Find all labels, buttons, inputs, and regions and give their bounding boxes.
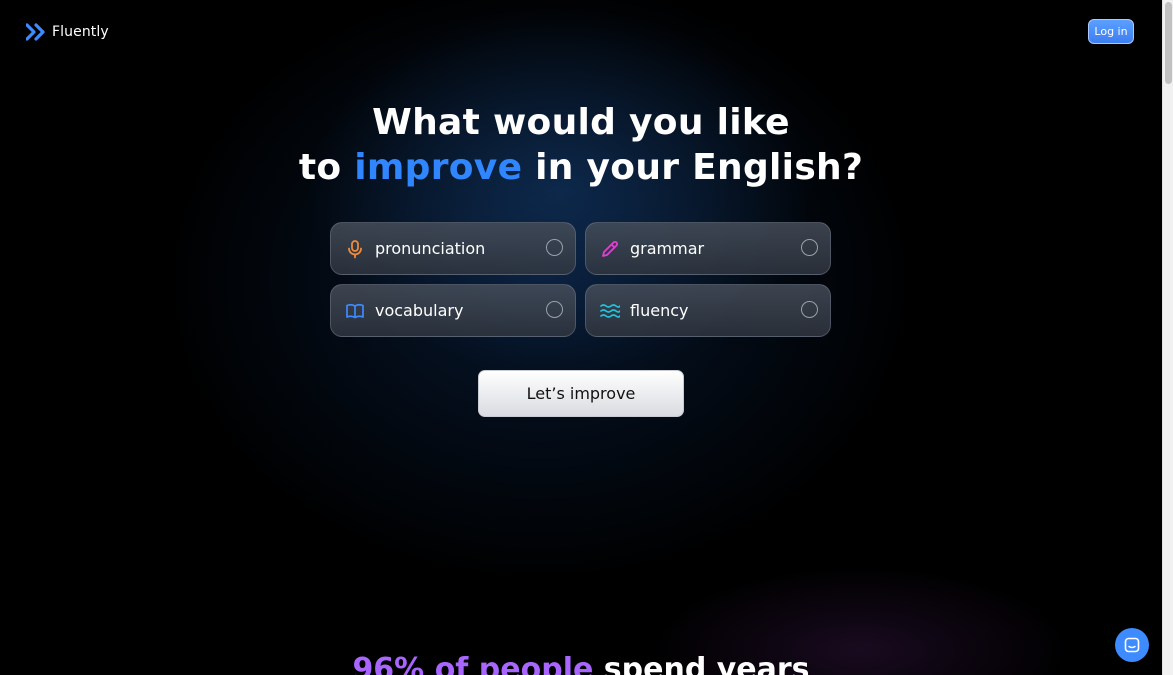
hero-heading-line-2: to improve in your English? [0, 145, 1162, 190]
option-grammar[interactable]: grammar [585, 222, 831, 275]
microphone-icon [348, 240, 362, 259]
option-label: grammar [630, 239, 705, 258]
page-scrollbar[interactable] [1162, 0, 1173, 675]
option-fluency[interactable]: fluency [585, 284, 831, 337]
option-radio[interactable] [801, 239, 818, 256]
waves-icon [600, 304, 620, 318]
hero-heading-prefix: to [298, 147, 355, 188]
option-vocabulary[interactable]: vocabulary [330, 284, 576, 337]
section-heading: 96% of people spend years [0, 652, 1162, 675]
section-heading-rest: spend years [593, 652, 810, 675]
hero-heading-line-1: What would you like [372, 102, 790, 143]
option-label: pronunciation [375, 239, 486, 258]
brand-logo[interactable]: Fluently [26, 22, 109, 42]
hero-heading-accent: improve [354, 147, 523, 188]
hero-heading-suffix: in your English? [522, 147, 864, 188]
scrollbar-thumb[interactable] [1165, 2, 1172, 84]
option-radio[interactable] [546, 301, 563, 318]
option-label: vocabulary [375, 301, 464, 320]
double-chevron-icon [26, 23, 45, 41]
login-button[interactable]: Log in [1088, 19, 1134, 44]
chat-launcher-button[interactable] [1115, 628, 1149, 662]
option-pronunciation[interactable]: pronunciation [330, 222, 576, 275]
section-heading-accent: 96% of people [352, 652, 594, 675]
pencil-icon [602, 241, 618, 257]
hero-heading: What would you like to improve in your E… [0, 100, 1162, 190]
option-label: fluency [630, 301, 689, 320]
option-radio[interactable] [801, 301, 818, 318]
option-radio[interactable] [546, 239, 563, 256]
book-icon [346, 303, 364, 319]
brand-name: Fluently [52, 24, 109, 40]
lets-improve-button[interactable]: Let’s improve [478, 370, 684, 417]
chat-icon [1124, 637, 1140, 653]
